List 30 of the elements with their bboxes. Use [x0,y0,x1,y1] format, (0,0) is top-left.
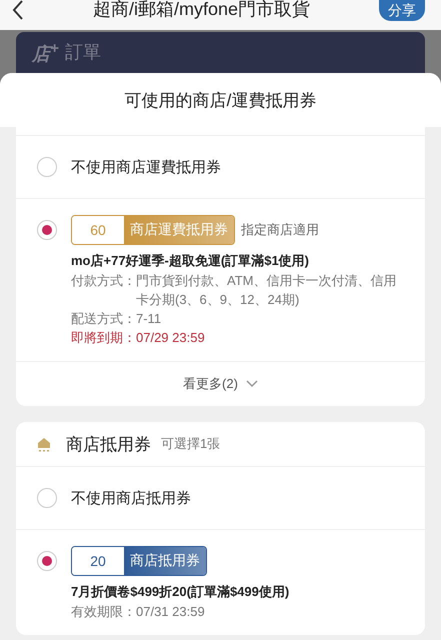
sheet-title: 可使用的商店/運費抵用券 [124,90,316,112]
detail-label: 即將到期： [71,329,136,347]
radio-button[interactable] [37,220,57,240]
option-label: 不使用商店抵用券 [71,488,191,508]
section-note: 可選擇1張 [161,435,220,453]
detail-label: 有效期限： [71,603,136,621]
coupon-type: 商店抵用券 [124,547,206,575]
detail-value: 7-11 [136,310,162,328]
store-icon [36,436,52,452]
detail-label: 付款方式： [71,272,136,290]
share-button[interactable]: 分享 [379,0,425,21]
radio-button[interactable] [37,157,57,177]
show-more-button[interactable]: 看更多(2) [16,361,425,406]
coupon-name: 7月折價卷$499折20(訂單滿$499使用) [71,583,290,601]
coupon-scope: 指定商店適用 [241,221,319,239]
detail-value: 07/29 23:59 [136,329,206,347]
coupon-name: mo店+77好運季-超取免運(訂單滿$1使用) [71,252,310,270]
radio-button[interactable] [37,551,57,571]
coupon-type: 商店運費抵用券 [124,216,234,244]
store-logo: 店$^{+}$ [32,40,59,66]
chevron-down-icon [246,380,258,388]
option-label: 不使用商店運費抵用券 [71,158,221,176]
page-title: 超商/i郵箱/myfone門市取貨 [92,0,310,18]
radio-button[interactable] [37,488,57,508]
back-icon[interactable] [12,0,24,20]
detail-value: 門市貨到付款、ATM、信用卡一次付清、信用卡分期(3、6、9、12、24期) [136,272,398,309]
section-title: 商店抵用券 [66,434,151,456]
detail-label: 配送方式： [71,310,136,328]
detail-value: 07/31 23:59 [136,603,206,621]
order-title: 訂單 [64,41,101,64]
